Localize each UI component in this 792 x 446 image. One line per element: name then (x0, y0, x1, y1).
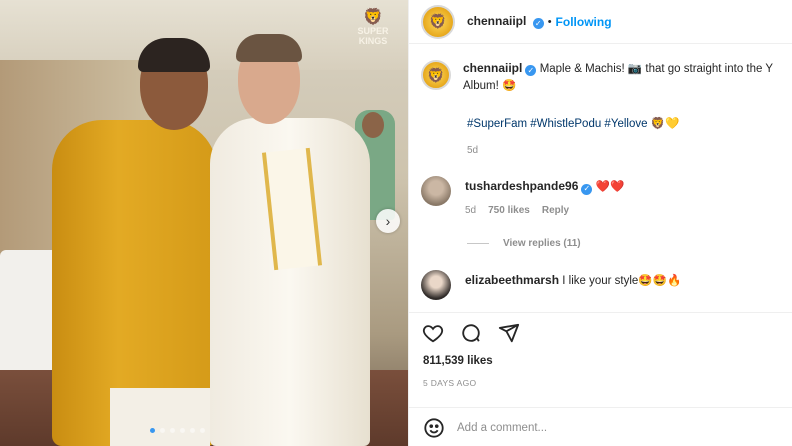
post-side-panel: 🦁 chennaiipl ✓ • Following 🦁 chennaiipl ✓… (408, 0, 792, 446)
comment-likes[interactable]: 750 likes (488, 205, 530, 216)
verified-badge-icon: ✓ (581, 183, 593, 195)
posted-ago: 5 DAYS AGO (423, 378, 477, 388)
comment-text: ❤️❤️ (595, 181, 625, 193)
post-caption: 🦁 chennaiipl ✓ Maple & Machis! 📷 that go … (421, 60, 792, 95)
caption-line1: Maple & Machis! 📷 that go straight into … (539, 63, 774, 75)
comment-item: tushardeshpande96 ✓ ❤️❤️ 5d 750 likes Rep… (421, 176, 624, 216)
account-username-text[interactable]: chennaiipl (467, 14, 526, 28)
carousel-dot (160, 428, 165, 433)
heart-icon (422, 325, 444, 343)
caption-username-text[interactable]: chennaiipl (463, 61, 522, 75)
view-replies-label[interactable]: View replies (11) (503, 238, 581, 249)
post-photo[interactable]: 🦁 SUPER KINGS › (0, 0, 408, 446)
caption-hashtags[interactable]: #SuperFam #WhistlePodu #Yellove 🦁💛 (467, 116, 679, 130)
commenter-avatar[interactable] (421, 176, 451, 206)
verified-badge-icon: ✓ (525, 65, 537, 76)
commenter-username[interactable]: elizabeethmarsh (465, 273, 559, 287)
account-avatar[interactable]: 🦁 (421, 4, 455, 39)
lion-icon: 🦁 (363, 9, 383, 26)
following-button[interactable]: Following (556, 15, 612, 29)
carousel-dots (150, 428, 205, 433)
post-actions-section: 811,539 likes 5 DAYS AGO (409, 312, 792, 446)
comment-line: tushardeshpande96 ✓ ❤️❤️ (465, 176, 624, 197)
instagram-post: 🦁 SUPER KINGS › 🦁 chennaiipl ✓ • Followi… (0, 0, 792, 446)
carousel-dot (200, 428, 205, 433)
commenter-username-text[interactable]: tushardeshpande96 (465, 179, 578, 193)
comment-line: elizabeethmarsh I like your style🤩🤩🔥 (465, 270, 681, 291)
comment-text: I like your style🤩🤩🔥 (562, 275, 682, 287)
carousel-dot (170, 428, 175, 433)
chevron-right-icon: › (385, 213, 391, 229)
caption-avatar[interactable]: 🦁 (421, 60, 451, 90)
caption-text: chennaiipl ✓ Maple & Machis! 📷 that go st… (463, 60, 773, 95)
caption-line2: Album! 🤩 (463, 80, 517, 92)
carousel-dot (190, 428, 195, 433)
share-button[interactable] (497, 321, 521, 345)
verified-badge-icon: ✓ (532, 18, 544, 29)
commenter-username[interactable]: tushardeshpande96 ✓ (465, 179, 596, 195)
account-username[interactable]: chennaiipl ✓ (467, 14, 544, 29)
watermark-line1: SUPER (357, 26, 389, 36)
photo-person-dhoti (110, 388, 210, 446)
replies-dash (467, 243, 489, 244)
caption-username[interactable]: chennaiipl ✓ (463, 61, 540, 76)
add-comment-input[interactable] (457, 421, 757, 434)
lion-icon: 🦁 (427, 66, 445, 83)
comment-item: elizabeethmarsh I like your style🤩🤩🔥 (421, 270, 681, 300)
carousel-dot (180, 428, 185, 433)
comment-time: 5d (465, 205, 477, 216)
carousel-dot (150, 428, 155, 433)
caption-time: 5d (467, 145, 479, 156)
carousel-next-button[interactable]: › (376, 209, 400, 233)
photo-background-person-head (362, 112, 384, 138)
header-separator: • (547, 15, 552, 28)
reply-button[interactable]: Reply (542, 205, 569, 216)
comment-meta: 5d 750 likes Reply (465, 205, 624, 216)
commenter-avatar[interactable] (421, 270, 451, 300)
emoji-icon[interactable] (423, 417, 445, 439)
add-comment-row (409, 407, 792, 446)
share-icon (498, 323, 520, 343)
view-replies-button[interactable]: View replies (11) (467, 238, 581, 249)
likes-count[interactable]: 811,539 likes (423, 355, 493, 367)
comment-body: tushardeshpande96 ✓ ❤️❤️ 5d 750 likes Rep… (465, 176, 624, 216)
comment-button[interactable] (459, 321, 483, 345)
post-header: 🦁 chennaiipl ✓ • Following (409, 0, 792, 44)
comment-icon (462, 324, 480, 342)
photo-person-hair (138, 38, 210, 72)
comment-body: elizabeethmarsh I like your style🤩🤩🔥 (465, 270, 681, 291)
photo-person2-hair (236, 34, 302, 62)
super-kings-watermark: 🦁 SUPER KINGS (348, 9, 398, 47)
lion-icon: 🦁 (429, 13, 447, 29)
watermark-line2: KINGS (358, 36, 388, 46)
like-button[interactable] (421, 321, 445, 345)
action-bar (421, 321, 521, 345)
